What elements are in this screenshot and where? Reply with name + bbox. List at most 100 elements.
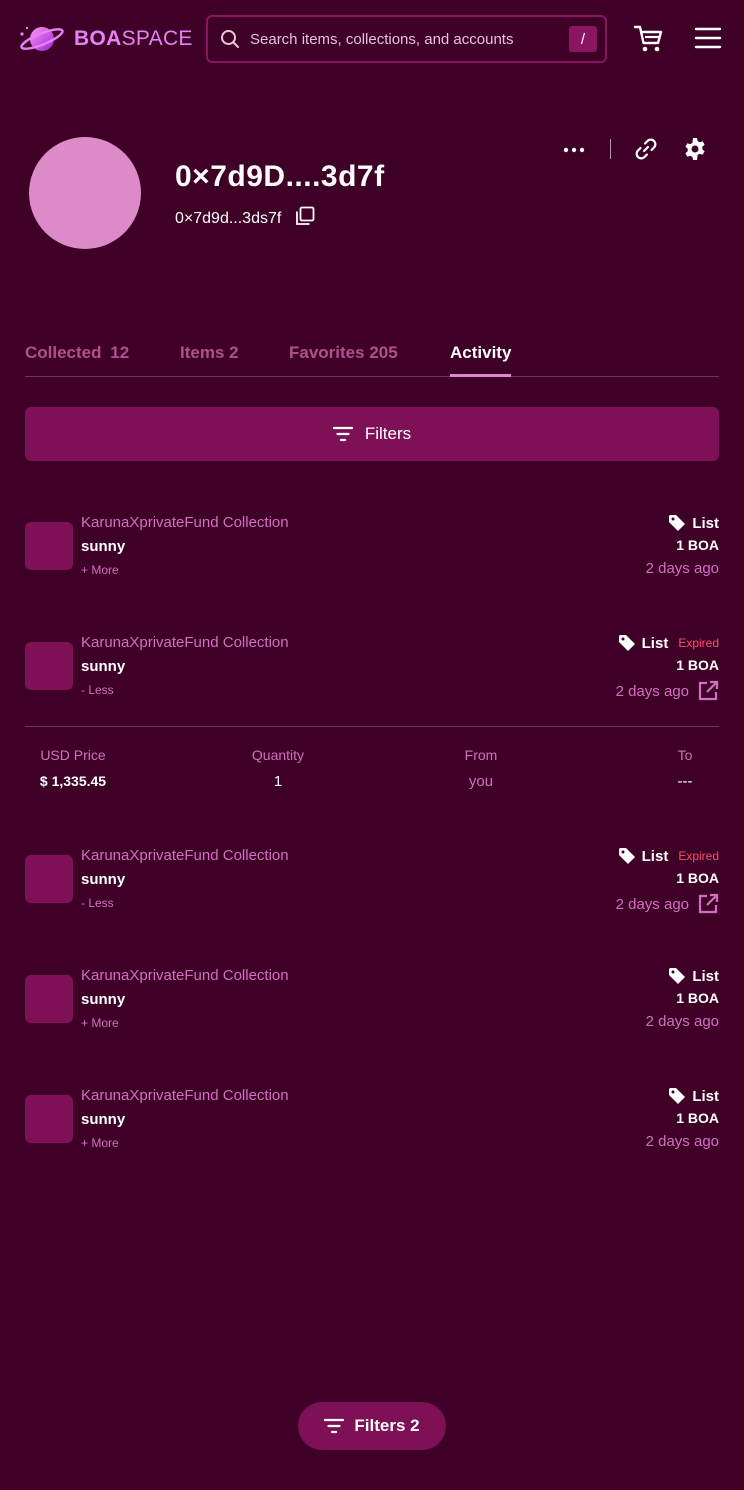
- more-options-button[interactable]: [560, 136, 588, 164]
- from-value[interactable]: you: [441, 773, 521, 790]
- tab-items-label: Items: [180, 343, 225, 362]
- tab-items-count: 2: [229, 343, 239, 362]
- collection-name[interactable]: KarunaXprivateFund Collection: [81, 847, 289, 864]
- activity-details: USD Price $ 1,335.45 Quantity 1 From you…: [25, 747, 719, 797]
- time-ago: 2 days ago: [615, 682, 689, 700]
- tab-activity[interactable]: Activity: [450, 343, 512, 377]
- from-label: From: [464, 747, 498, 763]
- quantity-label: Quantity: [251, 747, 305, 763]
- less-toggle[interactable]: - Less: [81, 896, 114, 910]
- expired-badge: Expired: [678, 636, 719, 650]
- tab-items[interactable]: Items 2: [180, 343, 239, 363]
- external-link-icon[interactable]: [697, 893, 719, 915]
- more-toggle[interactable]: + More: [81, 1136, 119, 1150]
- price: 1 BOA: [676, 870, 719, 886]
- item-name[interactable]: sunny: [81, 871, 125, 888]
- cart-icon: [633, 25, 663, 52]
- search-shortcut-key: /: [569, 26, 597, 52]
- less-toggle[interactable]: - Less: [81, 683, 114, 697]
- search-icon: [220, 29, 240, 54]
- avatar: [29, 137, 141, 249]
- hamburger-icon: [694, 27, 722, 49]
- planet-logo-icon: [18, 22, 66, 56]
- time-ago: 2 days ago: [645, 1133, 719, 1150]
- copy-icon: [296, 206, 315, 225]
- tab-favorites[interactable]: Favorites 205: [289, 343, 398, 363]
- share-link-button[interactable]: [634, 137, 658, 166]
- boaspace-logo[interactable]: BOASPACE: [18, 22, 193, 56]
- filters-button[interactable]: Filters: [25, 407, 719, 461]
- item-name[interactable]: sunny: [81, 658, 125, 675]
- collection-name[interactable]: KarunaXprivateFund Collection: [81, 514, 289, 531]
- collection-name[interactable]: KarunaXprivateFund Collection: [81, 967, 289, 984]
- activity-row[interactable]: KarunaXprivateFund Collection sunny - Le…: [25, 632, 719, 712]
- more-toggle[interactable]: + More: [81, 563, 119, 577]
- settings-button[interactable]: [683, 137, 707, 166]
- hamburger-menu-button[interactable]: [694, 26, 722, 55]
- time-ago: 2 days ago: [645, 1013, 719, 1030]
- activity-meta: List 1 BOA 2 days ago: [645, 512, 719, 578]
- toolbar-divider: [610, 139, 611, 159]
- tag-icon: [618, 848, 635, 864]
- profile-address-row: 0×7d9d...3ds7f: [175, 206, 315, 231]
- item-thumbnail[interactable]: [25, 855, 73, 903]
- event-label: List: [641, 634, 669, 652]
- search-bar[interactable]: /: [206, 15, 607, 63]
- cart-button[interactable]: [632, 22, 664, 59]
- activity-row[interactable]: KarunaXprivateFund Collection sunny + Mo…: [25, 512, 719, 592]
- item-name[interactable]: sunny: [81, 991, 125, 1008]
- activity-row[interactable]: KarunaXprivateFund Collection sunny - Le…: [25, 845, 719, 925]
- item-thumbnail[interactable]: [25, 975, 73, 1023]
- tab-activity-label: Activity: [450, 343, 512, 362]
- activity-meta: List Expired 1 BOA 2 days ago: [616, 845, 719, 915]
- time-ago: 2 days ago: [645, 560, 719, 577]
- tab-collected[interactable]: Collected 12: [25, 343, 129, 363]
- activity-row[interactable]: KarunaXprivateFund Collection sunny + Mo…: [25, 965, 719, 1045]
- logo-text-bold: BOA: [74, 27, 122, 50]
- time-ago: 2 days ago: [615, 895, 689, 913]
- price: 1 BOA: [676, 657, 719, 673]
- tab-collected-label: Collected: [25, 343, 102, 362]
- copy-address-button[interactable]: [295, 206, 315, 231]
- item-name[interactable]: sunny: [81, 538, 125, 555]
- collection-name[interactable]: KarunaXprivateFund Collection: [81, 1087, 289, 1104]
- activity-meta: List Expired 1 BOA 2 days ago: [616, 632, 719, 702]
- tab-favorites-count: 205: [369, 343, 398, 362]
- quantity-column: Quantity 1: [238, 747, 318, 790]
- top-header: BOASPACE /: [0, 0, 744, 78]
- quantity-value: 1: [273, 773, 283, 790]
- tag-icon: [669, 515, 686, 531]
- more-toggle[interactable]: + More: [81, 1016, 119, 1030]
- external-link-icon[interactable]: [697, 680, 719, 702]
- link-icon: [635, 138, 657, 160]
- price: 1 BOA: [676, 537, 719, 553]
- item-thumbnail[interactable]: [25, 1095, 73, 1143]
- expired-badge: Expired: [678, 849, 719, 863]
- search-input[interactable]: [250, 26, 560, 52]
- usd-price-label: USD Price: [40, 747, 106, 763]
- item-name[interactable]: sunny: [81, 1111, 125, 1128]
- filter-icon: [332, 426, 353, 442]
- logo-text-light: SPACE: [121, 27, 193, 50]
- detail-divider: [25, 726, 719, 727]
- tag-icon: [669, 1088, 686, 1104]
- event-label: List: [692, 1087, 719, 1105]
- profile-name: 0×7d9D....3d7f: [175, 160, 385, 193]
- filter-icon: [324, 1418, 345, 1434]
- tab-collected-count: 12: [110, 343, 130, 362]
- to-label: To: [677, 747, 693, 763]
- usd-price-value: $ 1,335.45: [39, 773, 107, 789]
- activity-meta: List 1 BOA 2 days ago: [645, 1085, 719, 1151]
- profile-address: 0×7d9d...3ds7f: [175, 209, 282, 227]
- item-thumbnail[interactable]: [25, 522, 73, 570]
- item-thumbnail[interactable]: [25, 642, 73, 690]
- activity-row[interactable]: KarunaXprivateFund Collection sunny + Mo…: [25, 1085, 719, 1165]
- price: 1 BOA: [676, 990, 719, 1006]
- event-label: List: [692, 514, 719, 532]
- event-label: List: [641, 847, 669, 865]
- floating-filters-button[interactable]: Filters 2: [298, 1402, 446, 1450]
- profile-tabs: Collected 12 Items 2 Favorites 205 Activ…: [25, 343, 719, 377]
- event-label: List: [692, 967, 719, 985]
- to-column: To ---: [655, 747, 715, 790]
- collection-name[interactable]: KarunaXprivateFund Collection: [81, 634, 289, 651]
